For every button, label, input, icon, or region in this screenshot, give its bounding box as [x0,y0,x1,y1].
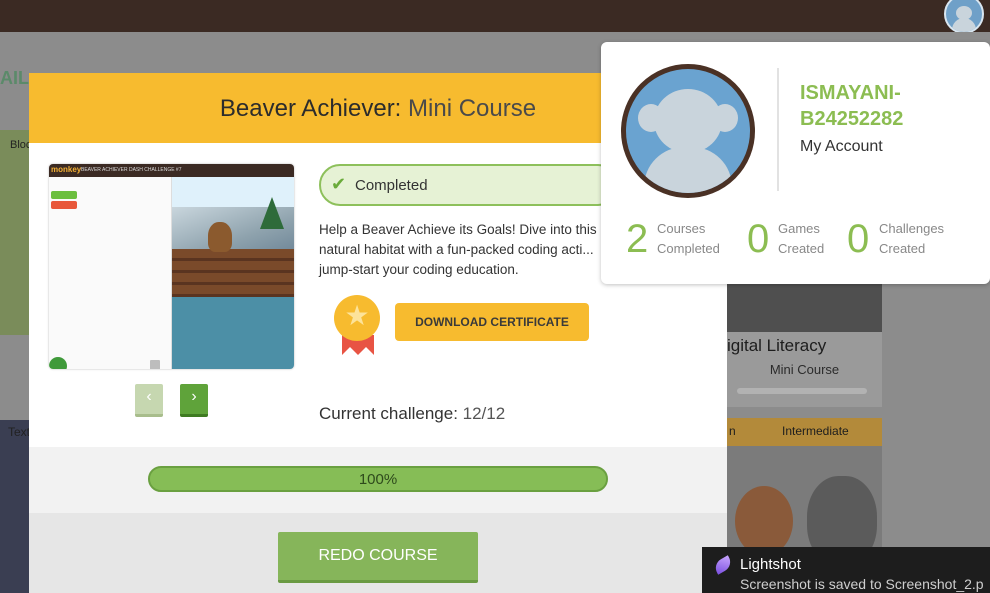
current-challenge-label: Current challenge: [319,404,458,423]
code-block-icon [51,201,77,209]
current-challenge: Current challenge: 12/12 [319,404,505,424]
course-type: Mini Course [769,362,840,377]
background-course-card-left [0,130,30,335]
course-progress-bar: 100% [148,466,608,492]
beaver-character-icon [208,222,232,252]
current-challenge-value: 12/12 [457,404,506,423]
account-popup: ISMAYANI-B24252282 My Account 2 Courses … [601,42,990,284]
username: ISMAYANI-B24252282 [800,82,904,130]
preview-logo: monkey [51,165,82,174]
user-avatar-icon[interactable] [944,0,984,34]
vertical-divider [777,68,779,191]
course-level-fragment: n [729,424,736,438]
notification-title: Lightshot [740,556,801,573]
chevron-right-icon: › [191,388,197,405]
avatar-body-shape [644,147,732,193]
monkey-character-image [735,486,793,556]
next-slide-button[interactable]: › [180,384,208,417]
play-icon [49,357,67,369]
preview-header-text: BEAVER ACHIEVER DASH CHALLENGE #7 [81,167,182,173]
water-shape [172,297,294,369]
background-card-label-2: Text [8,425,31,439]
profile-avatar-icon[interactable] [621,64,755,198]
redo-course-button[interactable]: REDO COURSE [278,532,478,583]
progress-label: 100% [358,471,398,488]
my-account-link[interactable]: My Account [800,138,883,156]
course-progress-bar [737,388,867,394]
certificate-medal-icon: ★ [334,295,380,355]
course-level-label: Intermediate [782,424,849,438]
previous-slide-button[interactable]: ‹ [135,384,163,417]
preview-code-panel [49,177,172,369]
stat-value: 0 [747,217,770,261]
stat-value: 0 [847,217,870,261]
star-icon: ★ [344,300,370,331]
trash-icon [150,360,160,369]
notification-message: Screenshot is saved to Screenshot_2.p [740,576,984,592]
status-label: Completed [355,177,428,194]
completed-status-badge: ✔ Completed [319,164,619,206]
background-course-card-digital-literacy[interactable]: igital Literacy Mini Course [727,282,882,407]
course-description: Help a Beaver Achieve its Goals! Dive in… [319,222,597,277]
stat-value: 2 [626,217,649,261]
preview-game-scene [172,177,294,369]
avatar-head-shape [654,89,722,153]
chevron-left-icon: ‹ [146,388,152,405]
course-name: Beaver Achiever: [219,95,402,122]
course-preview-image: monkey BEAVER ACHIEVER DASH CHALLENGE #7 [49,164,294,369]
code-block-icon [51,191,77,199]
background-heading-fragment: AIL [0,68,29,88]
course-level-header: n Intermediate [727,418,882,446]
stat-label: Games Created [778,221,825,256]
course-type-label: Mini Course [401,95,537,122]
stat-label: Courses Completed [657,221,720,256]
download-certificate-button[interactable]: DOWNLOAD CERTIFICATE [395,303,589,341]
background-course-card-left-2 [0,420,30,593]
tree-icon [260,197,284,229]
course-title: igital Literacy [727,336,827,355]
preview-header-bar: monkey BEAVER ACHIEVER DASH CHALLENGE #7 [49,164,294,177]
top-navigation-bar [0,0,990,34]
course-thumbnail [727,282,882,332]
checkmark-icon: ✔ [331,174,347,194]
stat-label: Challenges Created [879,221,945,256]
lightshot-feather-icon [712,555,734,575]
lightshot-notification[interactable]: Lightshot Screenshot is saved to Screens… [702,547,990,593]
